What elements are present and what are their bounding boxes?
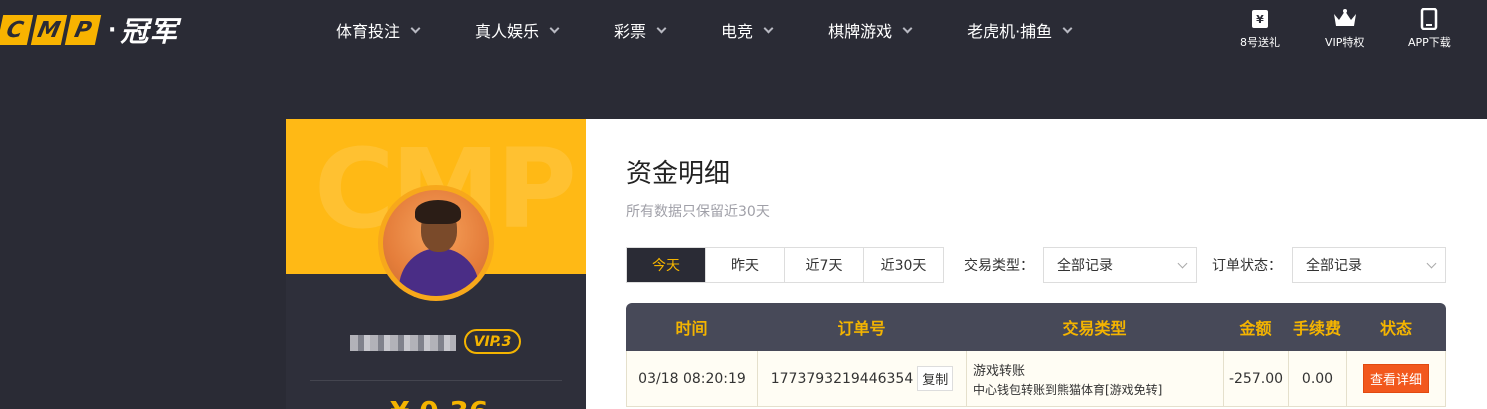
cell-status: 查看详细	[1347, 351, 1446, 406]
cell-amount: -257.00	[1224, 351, 1289, 406]
transaction-type-title: 游戏转账	[973, 363, 1026, 379]
gift-link[interactable]: ¥ 8号送礼	[1240, 8, 1280, 50]
chevron-down-icon	[1426, 258, 1437, 269]
chevron-down-icon	[549, 23, 560, 33]
page-title: 资金明细	[626, 159, 731, 189]
nav-item-slots-fishing[interactable]: 老虎机·捕鱼	[967, 18, 1073, 42]
vip-privilege-label: VIP特权	[1325, 36, 1365, 49]
username-blurred	[350, 335, 456, 351]
tab-today[interactable]: 今天	[627, 248, 706, 282]
logo-dot: ·	[108, 17, 117, 43]
nav-item-label: 棋牌游戏	[828, 22, 893, 41]
nav-item-label: 体育投注	[336, 22, 401, 41]
chevron-down-icon	[1177, 258, 1188, 269]
column-header-time: 时间	[675, 319, 708, 338]
top-navigation-bar: C M P · 冠军 体育投注 真人娱乐 彩票 电竞 棋牌游戏 老虎机·捕鱼 ¥…	[0, 0, 1487, 60]
logo-letter: M	[30, 15, 68, 45]
date-range-tabs: 今天 昨天 近7天 近30天	[626, 247, 944, 283]
profile-panel: CMP VIP.3 ¥ 0.36	[286, 119, 586, 409]
avatar-shirt	[399, 248, 479, 296]
table-row: 03/18 08:20:19 1773793219446354 复制 游戏转账 …	[626, 351, 1446, 407]
gift-link-label: 8号送礼	[1240, 36, 1280, 49]
transaction-type-label: 交易类型：	[964, 258, 1034, 274]
mobile-phone-icon	[1421, 8, 1438, 30]
app-download-link[interactable]: APP下载	[1408, 8, 1451, 50]
column-header-type: 交易类型	[1062, 319, 1127, 338]
nav-item-label: 老虎机·捕鱼	[967, 22, 1053, 41]
fund-details-panel: 资金明细 所有数据只保留近30天 今天 昨天 近7天 近30天 交易类型： 全部…	[586, 119, 1487, 409]
nav-item-label: 真人娱乐	[475, 22, 540, 41]
vip-level-badge[interactable]: VIP.3	[464, 329, 521, 354]
app-download-label: APP下载	[1408, 36, 1451, 49]
transaction-type-value: 全部记录	[1057, 258, 1113, 274]
order-status-select[interactable]: 全部记录	[1292, 247, 1446, 283]
order-status-label: 订单状态：	[1212, 258, 1282, 274]
order-status-value: 全部记录	[1306, 258, 1362, 274]
logo-chinese-name: 冠军	[120, 15, 179, 48]
nav-item-lottery[interactable]: 彩票	[614, 18, 667, 42]
chevron-down-icon	[410, 23, 421, 33]
svg-text:¥: ¥	[1256, 13, 1264, 26]
cell-type: 游戏转账 中心钱包转账到熊猫体育[游戏免转]	[967, 351, 1224, 406]
nav-item-sports[interactable]: 体育投注	[336, 18, 421, 42]
cell-order-no: 1773793219446354 复制	[758, 351, 967, 406]
nav-item-esports[interactable]: 电竞	[721, 18, 774, 42]
page-subtitle: 所有数据只保留近30天	[626, 204, 770, 220]
nav-item-live-casino[interactable]: 真人娱乐	[475, 18, 560, 42]
nav-item-label: 彩票	[614, 22, 647, 41]
brand-logo[interactable]: C M P · 冠军	[0, 12, 178, 48]
transaction-type-select[interactable]: 全部记录	[1043, 247, 1197, 283]
cell-time: 03/18 08:20:19	[627, 351, 758, 406]
copy-button[interactable]: 复制	[917, 366, 954, 391]
order-number: 1773793219446354	[770, 370, 914, 387]
main-nav: 体育投注 真人娱乐 彩票 电竞 棋牌游戏 老虎机·捕鱼	[336, 0, 1127, 60]
tab-yesterday[interactable]: 昨天	[706, 248, 785, 282]
chevron-down-icon	[656, 23, 667, 33]
view-details-button[interactable]: 查看详细	[1362, 364, 1429, 393]
account-balance: ¥ 0.36	[390, 395, 488, 409]
table-header: 时间 订单号 交易类型 金额 手续费 状态	[626, 303, 1446, 351]
transaction-type-detail: 中心钱包转账到熊猫体育[游戏免转]	[973, 382, 1163, 397]
avatar-hair	[415, 200, 461, 224]
column-header-order-no: 订单号	[837, 319, 886, 338]
cell-fee: 0.00	[1289, 351, 1347, 406]
tab-last-30-days[interactable]: 近30天	[864, 248, 943, 282]
nav-item-card-games[interactable]: 棋牌游戏	[828, 18, 913, 42]
transactions-table: 时间 订单号 交易类型 金额 手续费 状态 03/18 08:20:19 177…	[626, 303, 1446, 407]
avatar[interactable]	[378, 185, 494, 301]
chevron-down-icon	[1062, 23, 1073, 33]
chevron-down-icon	[763, 23, 774, 33]
profile-divider	[310, 380, 562, 381]
gift-icon: ¥	[1252, 10, 1268, 28]
chevron-down-icon	[902, 23, 913, 33]
crown-icon	[1333, 9, 1356, 26]
column-header-status: 状态	[1379, 319, 1412, 338]
column-header-amount: 金额	[1239, 319, 1272, 338]
column-header-fee: 手续费	[1292, 319, 1341, 338]
nav-item-label: 电竞	[721, 22, 754, 41]
tab-last-7-days[interactable]: 近7天	[785, 248, 864, 282]
vip-privilege-link[interactable]: VIP特权	[1325, 8, 1364, 50]
logo-letter: C	[0, 15, 34, 45]
logo-letter: P	[64, 15, 102, 45]
avatar-image	[383, 190, 489, 296]
